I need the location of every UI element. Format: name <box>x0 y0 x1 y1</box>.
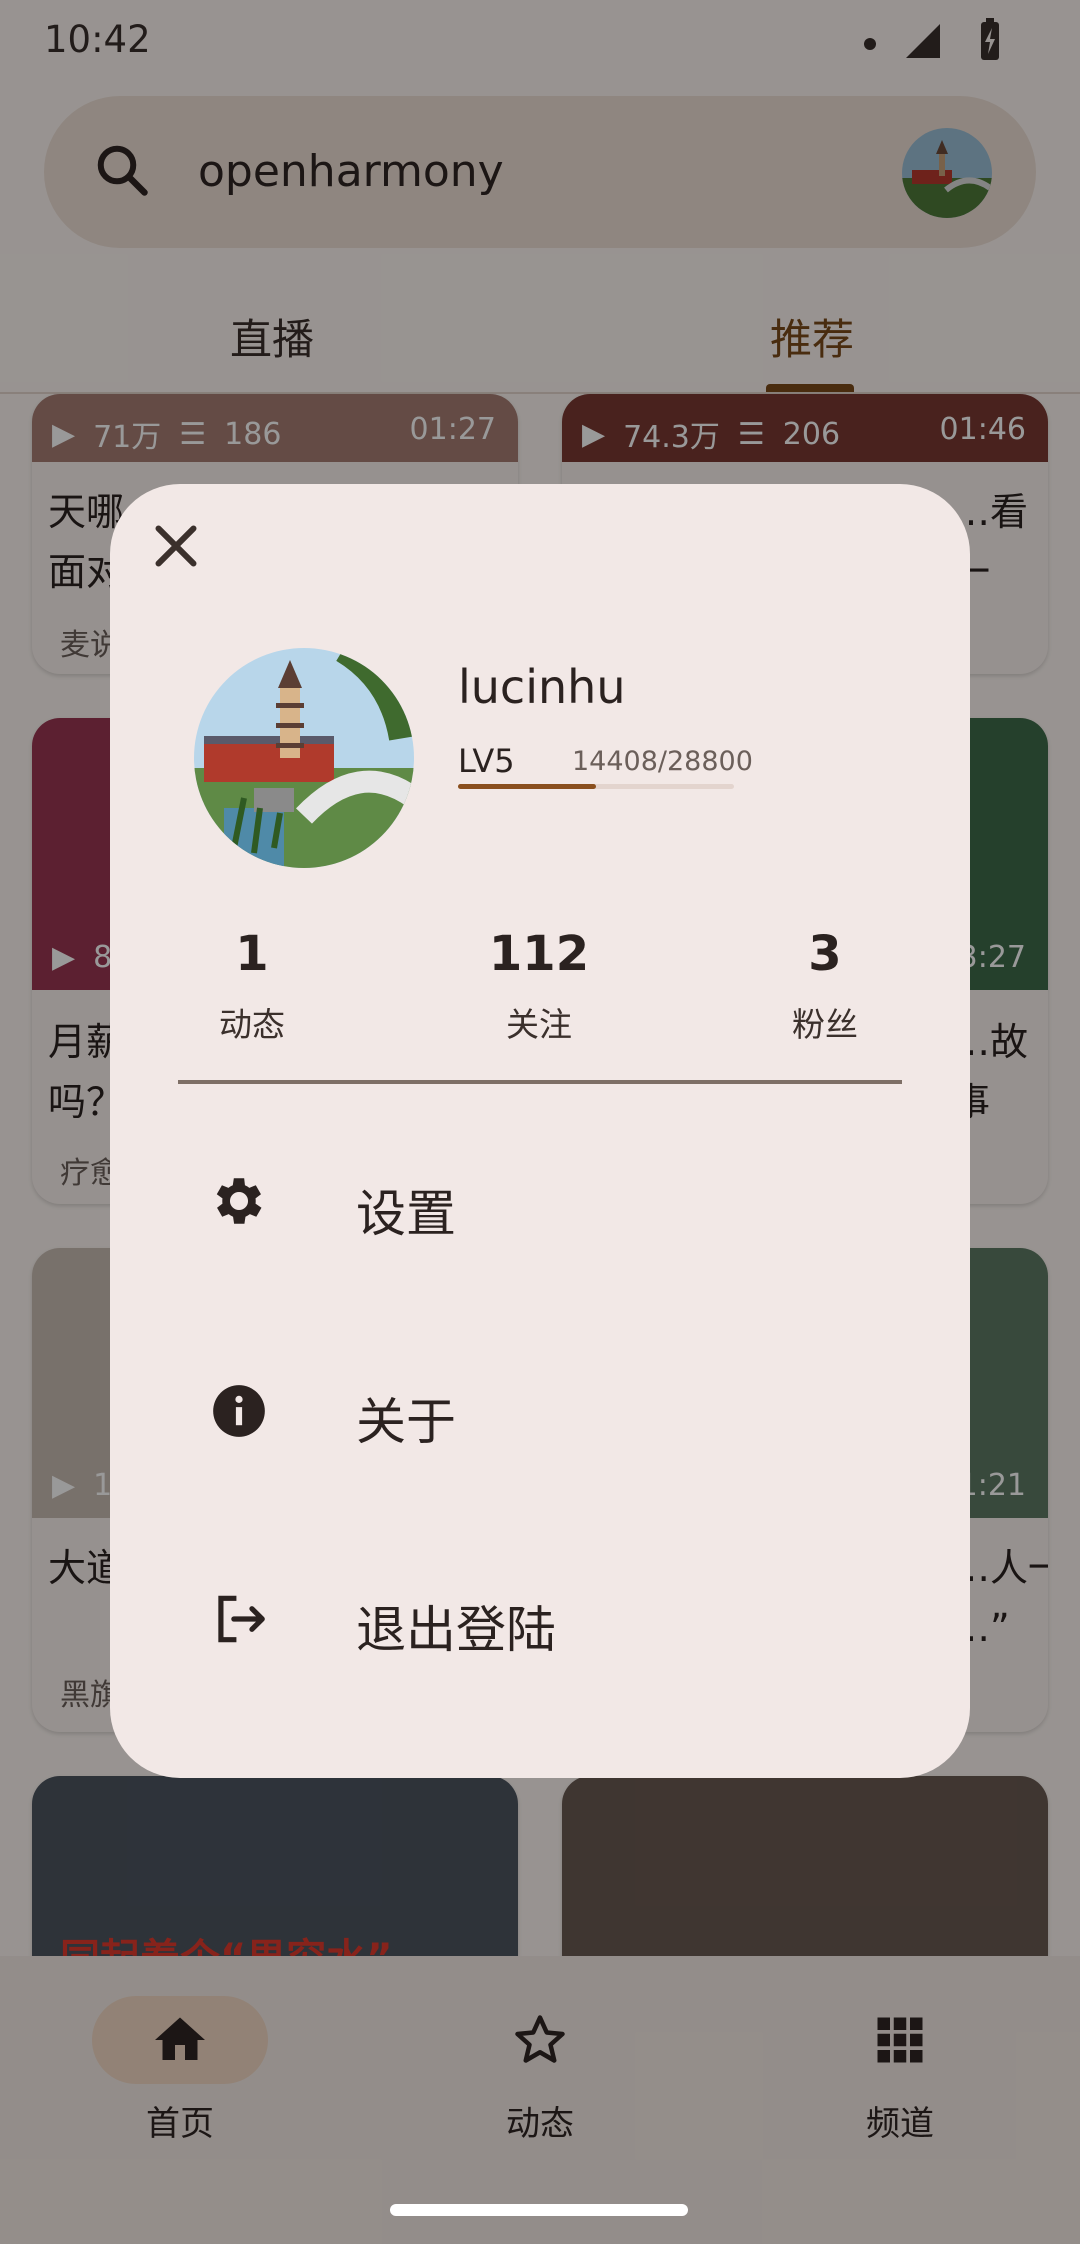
stat-following-label[interactable]: 关注 <box>439 998 639 1046</box>
level-badge: LV5 <box>458 742 515 780</box>
profile-avatar[interactable] <box>194 648 414 868</box>
menu-label-settings: 设置 <box>356 1185 456 1243</box>
menu-label-logout: 退出登陆 <box>356 1601 556 1659</box>
stat-moments-label[interactable]: 动态 <box>152 998 352 1046</box>
avatar-image <box>194 648 414 868</box>
close-icon[interactable] <box>146 516 206 576</box>
menu-label-about: 关于 <box>356 1393 456 1451</box>
stat-moments-count[interactable]: 1 <box>152 926 352 982</box>
info-icon <box>213 1385 265 1437</box>
stat-following-count[interactable]: 112 <box>439 926 639 982</box>
username: lucinhu <box>458 660 626 714</box>
logout-icon <box>218 1595 265 1643</box>
gesture-home-bar[interactable] <box>390 2204 688 2216</box>
gear-icon <box>216 1178 262 1224</box>
stat-followers-count[interactable]: 3 <box>725 926 925 982</box>
xp-progress-fill <box>458 784 596 789</box>
xp-text: 14408/28800 <box>572 746 753 777</box>
dialog-divider <box>178 1080 902 1084</box>
stat-followers-label[interactable]: 粉丝 <box>725 998 925 1046</box>
